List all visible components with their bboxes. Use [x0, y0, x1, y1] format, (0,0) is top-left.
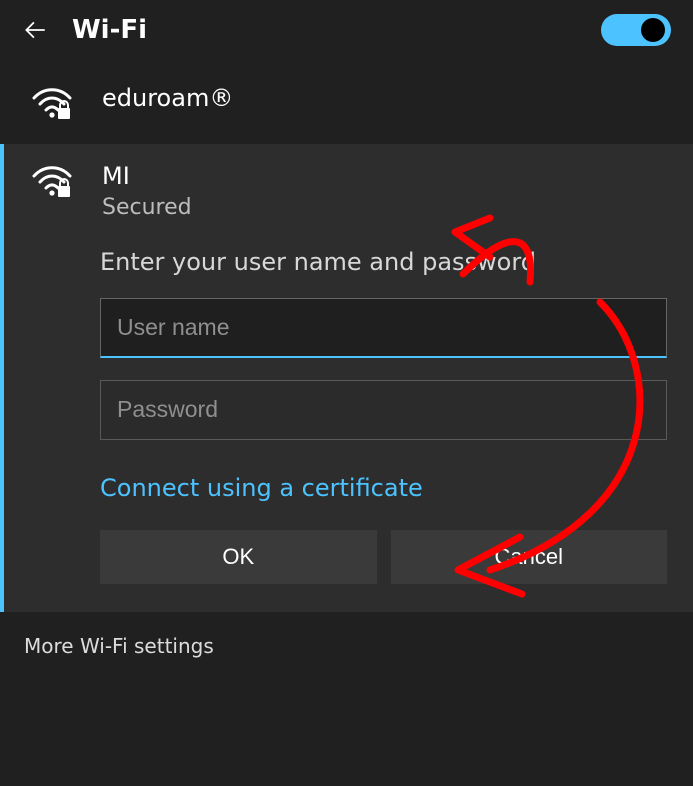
username-input[interactable] [100, 298, 667, 358]
selected-network-name: MI [102, 162, 192, 191]
ok-button[interactable]: OK [100, 530, 377, 584]
wifi-toggle[interactable] [601, 14, 671, 46]
selected-network-status: Secured [102, 195, 192, 220]
wifi-secure-icon [32, 166, 72, 198]
selected-network-panel: MI Secured Enter your user name and pass… [0, 144, 693, 612]
password-input[interactable] [100, 380, 667, 440]
back-button[interactable] [22, 17, 48, 43]
cancel-button[interactable]: Cancel [391, 530, 668, 584]
credentials-prompt: Enter your user name and password [100, 248, 671, 276]
header: Wi-Fi [0, 0, 693, 60]
page-title: Wi-Fi [72, 15, 147, 45]
network-item-eduroam[interactable]: eduroam® [0, 60, 693, 144]
more-wifi-settings-link[interactable]: More Wi-Fi settings [0, 612, 693, 680]
connect-certificate-link[interactable]: Connect using a certificate [100, 474, 423, 502]
wifi-secure-icon [32, 88, 72, 120]
network-name: eduroam® [102, 84, 233, 112]
